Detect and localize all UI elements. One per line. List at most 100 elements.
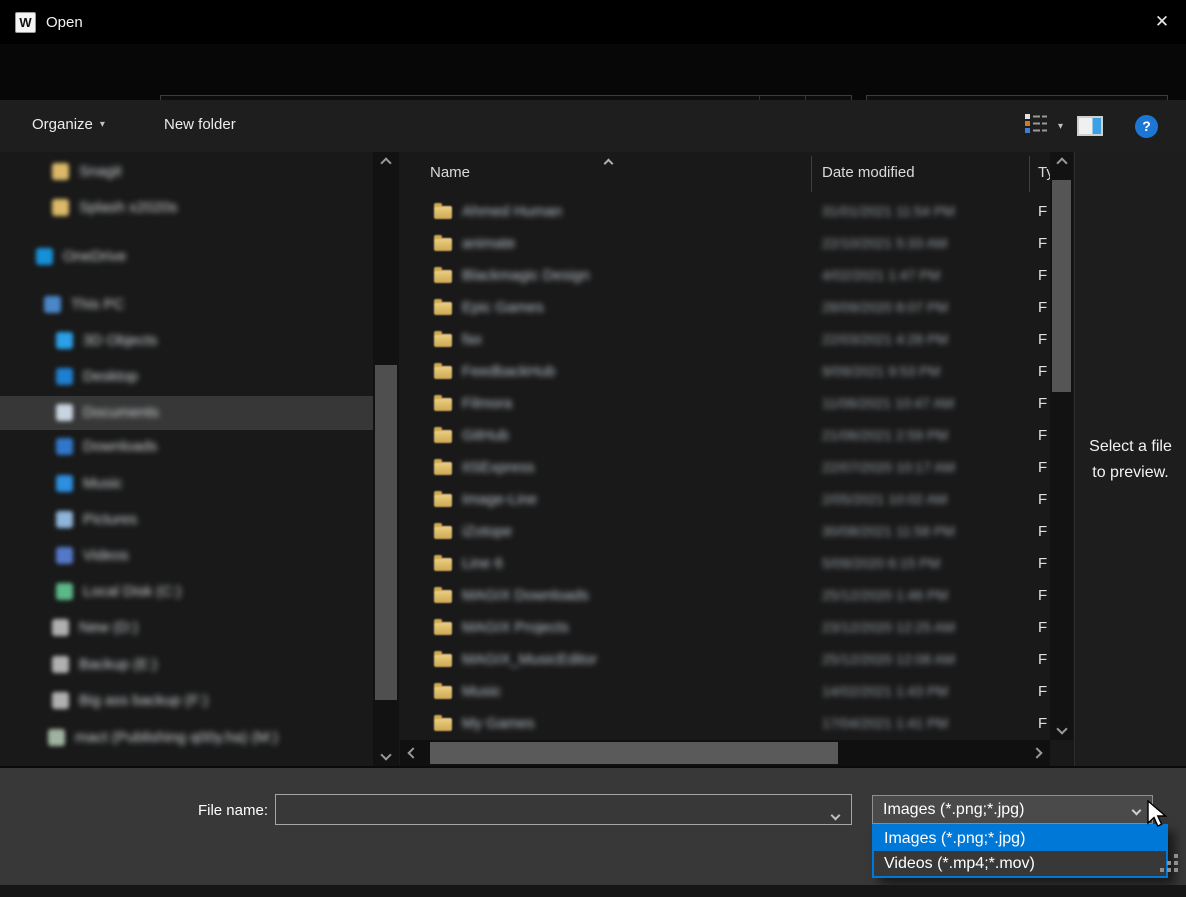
sidebar-item[interactable]: This PC <box>0 288 373 322</box>
file-type: F <box>1038 395 1047 412</box>
scrollbar-thumb[interactable] <box>430 742 838 764</box>
resize-grip-icon[interactable] <box>1160 868 1164 872</box>
sidebar-item-label: New (D:) <box>79 619 138 636</box>
organize-button[interactable]: Organize ▾ <box>32 116 105 133</box>
sidebar-item-label: Big ass backup (F:) <box>79 692 208 709</box>
preview-pane-icon[interactable] <box>1077 116 1103 136</box>
column-divider[interactable] <box>1029 156 1030 192</box>
sidebar-scrollbar[interactable] <box>373 152 399 766</box>
folder-icon <box>434 430 452 443</box>
file-row[interactable]: Music 14/02/2021 1:43 PM F <box>400 676 1050 708</box>
details-view-icon[interactable] <box>1024 113 1048 140</box>
help-icon[interactable]: ? <box>1135 115 1158 138</box>
file-row[interactable]: GitHub 21/06/2021 2:59 PM F <box>400 420 1050 452</box>
file-date-modified: 22/03/2021 4:28 PM <box>822 331 948 347</box>
scroll-right-button[interactable] <box>1024 740 1050 766</box>
sidebar-item[interactable]: Big ass backup (F:) <box>0 684 373 718</box>
file-row[interactable]: FeedbackHub 9/09/2021 9:53 PM F <box>400 356 1050 388</box>
file-type: F <box>1038 203 1047 220</box>
folder-icon <box>434 654 452 667</box>
sidebar-item[interactable]: Documents <box>0 396 373 430</box>
views-dropdown-icon[interactable]: ▾ <box>1058 121 1063 132</box>
file-name: Image-Line <box>462 491 537 508</box>
scroll-down-button[interactable] <box>1050 718 1073 740</box>
folder-icon <box>434 238 452 251</box>
sidebar-item[interactable]: Pictures <box>0 503 373 537</box>
close-button[interactable]: ✕ <box>1138 0 1186 44</box>
scrollbar-thumb[interactable] <box>1052 180 1071 392</box>
file-row[interactable]: MAGIX_MusicEditor 25/12/2020 12:08 AM F <box>400 644 1050 676</box>
file-row[interactable]: Ahmed Human 31/01/2021 11:54 PM F <box>400 196 1050 228</box>
file-list-vertical-scrollbar[interactable] <box>1050 152 1073 740</box>
sidebar-item[interactable]: Backup (E:) <box>0 648 373 682</box>
sidebar-item[interactable]: Music <box>0 467 373 501</box>
scrollbar-thumb[interactable] <box>375 365 397 700</box>
sidebar-item-label: Music <box>83 475 122 492</box>
sidebar-item-label: Splash x2020s <box>79 199 177 216</box>
file-row[interactable]: Image-Line 2/05/2021 10:02 AM F <box>400 484 1050 516</box>
sidebar-item-label: Documents <box>83 404 159 421</box>
file-name-input[interactable] <box>275 794 852 825</box>
scroll-up-button[interactable] <box>373 152 399 174</box>
file-date-modified: 14/02/2021 1:43 PM <box>822 683 948 699</box>
sidebar-item[interactable]: Snagit <box>0 155 373 189</box>
file-row[interactable]: Filmora 11/06/2021 10:47 AM F <box>400 388 1050 420</box>
sidebar-item[interactable]: Desktop <box>0 360 373 394</box>
file-type-option[interactable]: Videos (*.mp4;*.mov) <box>874 851 1166 876</box>
column-divider[interactable] <box>811 156 812 192</box>
file-list-horizontal-scrollbar[interactable] <box>400 740 1050 766</box>
sidebar-item[interactable]: OneDrive <box>0 240 373 274</box>
file-type: F <box>1038 715 1047 732</box>
scroll-left-button[interactable] <box>400 740 426 766</box>
sidebar-item[interactable]: Videos <box>0 539 373 573</box>
sidebar-item[interactable]: Splash x2020s <box>0 191 373 225</box>
preview-message-line1: Select a file <box>1075 434 1186 460</box>
file-row[interactable]: MAGIX Downloads 25/12/2020 1:46 PM F <box>400 580 1050 612</box>
sidebar-item-label: mact (Publishing q00y.ha) (M:) <box>75 729 278 746</box>
file-row[interactable]: iZotope 30/08/2021 11:58 PM F <box>400 516 1050 548</box>
scroll-down-button[interactable] <box>373 744 399 766</box>
column-header-name[interactable]: Name <box>430 164 470 181</box>
new-folder-button[interactable]: New folder <box>164 116 236 133</box>
sidebar-item-icon <box>44 296 61 313</box>
file-type: F <box>1038 651 1047 668</box>
file-name: Epic Games <box>462 299 544 316</box>
file-row[interactable]: Epic Games 28/09/2020 8:07 PM F <box>400 292 1050 324</box>
column-header-type[interactable]: Ty <box>1038 164 1050 181</box>
file-type-option[interactable]: Images (*.png;*.jpg) <box>874 826 1166 851</box>
file-date-modified: 22/10/2021 5:33 AM <box>822 235 947 251</box>
file-name: IISExpress <box>462 459 535 476</box>
file-name-label: File name: <box>120 802 268 819</box>
file-name-dropdown-icon[interactable] <box>832 806 839 824</box>
file-row[interactable]: MAGIX Projects 23/12/2020 12:25 AM F <box>400 612 1050 644</box>
file-row[interactable]: Blackmagic Design 4/02/2021 1:47 PM F <box>400 260 1050 292</box>
sidebar-item[interactable]: Local Disk (C:) <box>0 575 373 609</box>
scroll-up-button[interactable] <box>1050 152 1073 174</box>
file-name: GitHub <box>462 427 509 444</box>
chevron-down-icon <box>1132 806 1142 816</box>
file-row[interactable]: fax 22/03/2021 4:28 PM F <box>400 324 1050 356</box>
sidebar-item-icon <box>56 332 73 349</box>
file-name: Music <box>462 683 501 700</box>
content-area: Snagit Splash x2020s OneDrive This PC <box>0 152 1186 766</box>
sidebar-item[interactable]: New (D:) <box>0 611 373 645</box>
sidebar-item-icon <box>52 656 69 673</box>
file-row[interactable]: animate 22/10/2021 5:33 AM F <box>400 228 1050 260</box>
file-date-modified: 31/01/2021 11:54 PM <box>822 203 955 219</box>
file-date-modified: 5/09/2020 6:15 PM <box>822 555 940 571</box>
command-bar: Organize ▾ New folder ▾ ? <box>0 100 1186 152</box>
sidebar-item[interactable]: 3D Objects <box>0 324 373 358</box>
file-name: MAGIX Projects <box>462 619 569 636</box>
file-row[interactable]: My Games 17/04/2021 1:41 PM F <box>400 708 1050 740</box>
sidebar-item[interactable]: Downloads <box>0 430 373 464</box>
file-name: fax <box>462 331 482 348</box>
file-date-modified: 21/06/2021 2:59 PM <box>822 427 948 443</box>
file-row[interactable]: IISExpress 22/07/2020 10:17 AM F <box>400 452 1050 484</box>
column-header-date-modified[interactable]: Date modified <box>822 164 915 181</box>
file-type-combobox[interactable]: Images (*.png;*.jpg) <box>872 795 1153 824</box>
file-name: Ahmed Human <box>462 203 562 220</box>
file-row[interactable]: Line 6 5/09/2020 6:15 PM F <box>400 548 1050 580</box>
file-type: F <box>1038 459 1047 476</box>
sidebar-item[interactable]: mact (Publishing q00y.ha) (M:) <box>0 721 373 755</box>
file-date-modified: 4/02/2021 1:47 PM <box>822 267 940 283</box>
